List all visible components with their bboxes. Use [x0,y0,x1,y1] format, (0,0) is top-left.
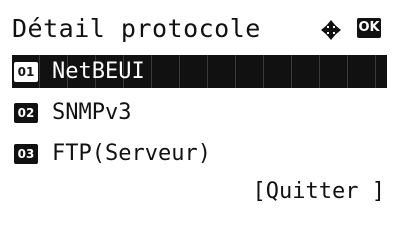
item-number-badge: 02 [14,102,38,123]
page-title: Détail protocole [12,14,261,43]
quit-button[interactable]: [Quitter ] [253,176,385,208]
menu-item-ftp-server[interactable]: 03 FTP(Serveur) [12,137,387,170]
menu-item-label: NetBEUI [52,59,145,84]
panel-screen: Détail protocole OK 01 NetBEUI 02 SNMPv3… [0,0,395,212]
item-number-badge: 03 [14,143,38,164]
menu-item-snmpv3[interactable]: 02 SNMPv3 [12,96,387,129]
menu-item-label: SNMPv3 [52,100,132,125]
title-bar: Détail protocole OK [12,10,387,48]
up-down-arrows-icon [321,20,341,40]
ok-key-icon[interactable]: OK [357,18,381,38]
item-number-badge: 01 [14,61,38,82]
menu-item-label: FTP(Serveur) [52,141,211,166]
menu-item-netbeui[interactable]: 01 NetBEUI [12,55,387,88]
